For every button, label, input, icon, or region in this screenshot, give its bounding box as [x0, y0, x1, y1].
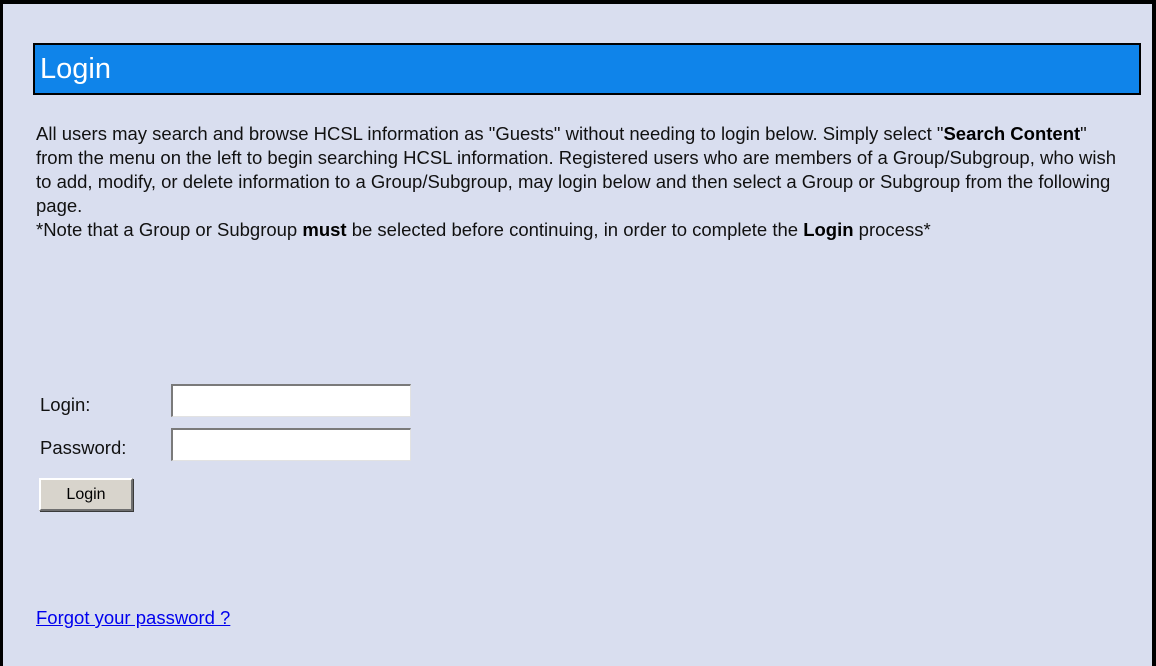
login-emphasis: Login	[803, 219, 854, 240]
password-input[interactable]	[171, 428, 411, 461]
must-emphasis: must	[302, 219, 347, 240]
intro-text: All users may search and browse HCSL inf…	[36, 122, 1126, 242]
note-text-part-1: *Note that a Group or Subgroup	[36, 219, 303, 240]
login-panel: Login All users may search and browse HC…	[0, 0, 1156, 666]
page-title: Login	[33, 43, 1141, 95]
search-content-emphasis: Search Content	[943, 123, 1081, 144]
login-input[interactable]	[171, 384, 411, 417]
login-button[interactable]: Login	[39, 478, 133, 511]
intro-text-part-1: All users may search and browse HCSL inf…	[36, 123, 944, 144]
note-text-part-3: process*	[853, 219, 931, 240]
password-label: Password:	[40, 437, 127, 458]
note-text-part-2: be selected before continuing, in order …	[346, 219, 804, 240]
login-label: Login:	[40, 394, 91, 415]
forgot-password-link[interactable]: Forgot your password ?	[36, 607, 230, 629]
